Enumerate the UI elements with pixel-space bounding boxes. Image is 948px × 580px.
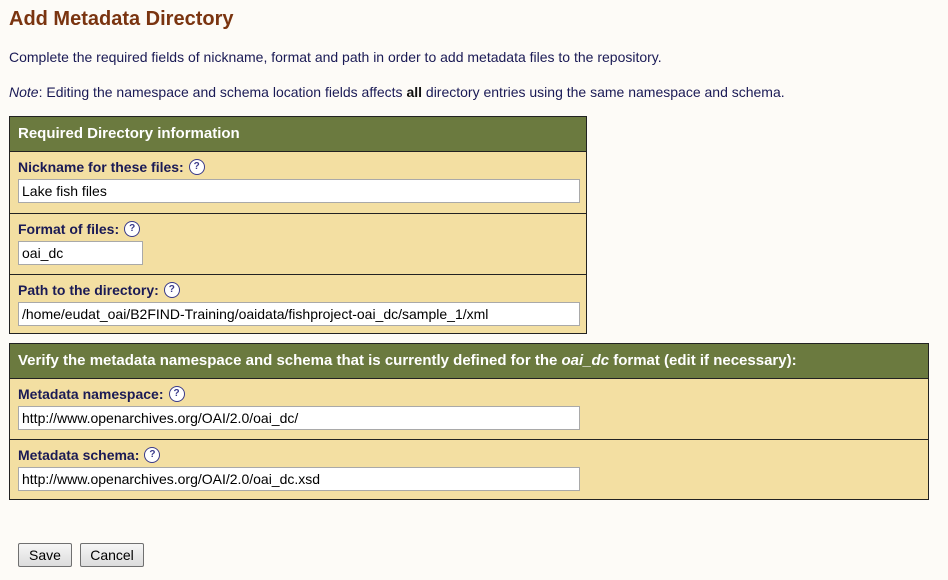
- namespace-input[interactable]: [18, 406, 580, 430]
- help-icon[interactable]: ?: [124, 221, 141, 237]
- nickname-input[interactable]: [18, 179, 580, 203]
- note-after: directory entries using the same namespa…: [422, 84, 785, 100]
- verify-panel: Verify the metadata namespace and schema…: [9, 343, 929, 500]
- verify-panel-header: Verify the metadata namespace and schema…: [10, 344, 928, 379]
- required-panel-header: Required Directory information: [10, 117, 586, 152]
- intro-text: Complete the required fields of nickname…: [9, 49, 662, 65]
- schema-label: Metadata schema:: [18, 447, 140, 463]
- nickname-label: Nickname for these files:: [18, 159, 184, 175]
- note-bold: all: [406, 84, 423, 100]
- help-icon[interactable]: ?: [163, 282, 180, 298]
- nickname-row: Nickname for these files: ?: [10, 152, 586, 214]
- path-row: Path to the directory: ?: [10, 275, 586, 334]
- path-input[interactable]: [18, 302, 580, 326]
- cancel-button[interactable]: Cancel: [80, 543, 144, 567]
- page-title: Add Metadata Directory: [9, 8, 234, 30]
- note-label: Note: [9, 84, 39, 100]
- path-label: Path to the directory:: [18, 282, 159, 298]
- namespace-row: Metadata namespace: ?: [10, 379, 928, 440]
- save-button[interactable]: Save: [18, 543, 72, 567]
- help-icon[interactable]: ?: [144, 447, 161, 463]
- required-panel: Required Directory information Nickname …: [9, 116, 587, 334]
- verify-header-text: Verify the metadata namespace and schema…: [18, 352, 562, 369]
- help-icon[interactable]: ?: [168, 386, 185, 402]
- note-before: : Editing the namespace and schema locat…: [38, 84, 407, 100]
- verify-header-suffix: format (edit if necessary):: [609, 352, 797, 369]
- format-label: Format of files:: [18, 221, 120, 237]
- namespace-label: Metadata namespace:: [18, 386, 164, 402]
- schema-input[interactable]: [18, 467, 580, 491]
- verify-header-format: oai_dc: [561, 352, 610, 369]
- schema-row: Metadata schema: ?: [10, 440, 928, 499]
- format-input[interactable]: [18, 241, 143, 265]
- note-text: Note: Editing the namespace and schema l…: [9, 84, 785, 100]
- help-icon[interactable]: ?: [188, 159, 205, 175]
- format-row: Format of files: ?: [10, 214, 586, 275]
